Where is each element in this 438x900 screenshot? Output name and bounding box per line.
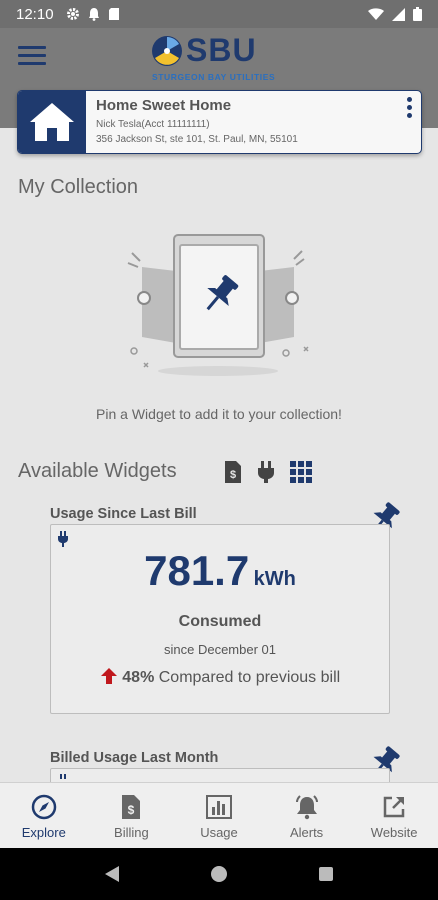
usage-status: Consumed bbox=[178, 613, 262, 630]
home-button-icon[interactable] bbox=[210, 865, 228, 883]
account-address: 356 Jackson St, ste 101, St. Paul, MN, 5… bbox=[96, 134, 298, 145]
signal-icon bbox=[392, 7, 405, 21]
nav-usage-label: Usage bbox=[200, 825, 238, 840]
nav-alerts[interactable]: Alerts bbox=[263, 783, 351, 848]
nav-website-label: Website bbox=[370, 825, 418, 840]
empty-collection-illustration bbox=[127, 234, 309, 376]
account-holder: Nick Tesla(Acct 11111111) bbox=[96, 119, 210, 130]
bill-icon: $ bbox=[122, 795, 141, 819]
hamburger-menu-icon[interactable] bbox=[18, 46, 46, 68]
usage-change-text: Compared to previous bill bbox=[158, 669, 341, 686]
usage-value-row: 781.7 kWh bbox=[51, 547, 389, 595]
usage-comparison: 48% Compared to previous bill bbox=[51, 667, 389, 687]
nav-usage[interactable]: Usage bbox=[175, 783, 263, 848]
notification-bell-icon bbox=[88, 8, 99, 21]
account-card[interactable]: Home Sweet Home Nick Tesla(Acct 11111111… bbox=[17, 90, 422, 154]
nav-website[interactable]: Website bbox=[350, 783, 438, 848]
usage-since-date: since December 01 bbox=[164, 642, 276, 657]
settings-icon bbox=[66, 8, 79, 20]
widget-filter-bar: $ bbox=[224, 460, 312, 484]
plug-filter-icon[interactable] bbox=[256, 460, 276, 484]
more-options-icon[interactable] bbox=[407, 97, 413, 121]
home-tile bbox=[18, 91, 86, 153]
usage-unit: kWh bbox=[253, 568, 296, 590]
status-time: 12:10 bbox=[16, 5, 54, 23]
nav-explore-label: Explore bbox=[21, 825, 66, 840]
nav-billing-label: Billing bbox=[114, 825, 149, 840]
bottom-navigation: Explore $ Billing Usage Alerts Website bbox=[0, 782, 438, 848]
widget-usage-since-last-bill-label: Usage Since Last Bill bbox=[50, 506, 197, 522]
back-icon[interactable] bbox=[104, 865, 120, 883]
bell-icon bbox=[295, 795, 318, 820]
empty-collection-message: Pin a Widget to add it to your collectio… bbox=[96, 406, 342, 422]
plug-icon bbox=[58, 531, 68, 547]
sbu-logo: SBU STURGEON BAY UTILITIES bbox=[150, 32, 290, 88]
billing-filter-icon[interactable]: $ bbox=[224, 460, 242, 484]
battery-icon bbox=[413, 7, 422, 21]
logo-text: SBU bbox=[186, 32, 257, 68]
usage-value: 781.7 bbox=[144, 547, 250, 594]
recents-icon[interactable] bbox=[318, 866, 334, 882]
svg-text:$: $ bbox=[230, 469, 236, 481]
nav-alerts-label: Alerts bbox=[289, 825, 324, 840]
grid-filter-icon[interactable] bbox=[290, 461, 312, 483]
turbine-logo-icon bbox=[152, 36, 182, 66]
bar-chart-icon bbox=[205, 795, 232, 819]
wifi-icon bbox=[368, 7, 384, 20]
account-name: Home Sweet Home bbox=[96, 97, 232, 114]
compass-icon bbox=[31, 794, 57, 820]
sd-card-icon bbox=[108, 8, 119, 20]
arrow-up-icon bbox=[100, 668, 117, 684]
status-bar: 12:10 bbox=[0, 0, 438, 28]
widget-billed-usage-last-month-label: Billed Usage Last Month bbox=[50, 750, 219, 766]
home-icon bbox=[30, 103, 74, 141]
available-widgets-title: Available Widgets bbox=[18, 460, 177, 482]
nav-billing[interactable]: $ Billing bbox=[88, 783, 176, 848]
nav-explore[interactable]: Explore bbox=[0, 783, 88, 848]
logo-subtitle: STURGEON BAY UTILITIES bbox=[152, 72, 276, 82]
system-navigation-bar bbox=[0, 848, 438, 900]
usage-since-last-bill-widget[interactable]: 781.7 kWh Consumed since December 01 48%… bbox=[50, 524, 390, 714]
external-link-icon bbox=[383, 796, 405, 818]
collection-title: My Collection bbox=[18, 176, 139, 198]
svg-text:$: $ bbox=[128, 803, 135, 817]
usage-change-percent: 48% bbox=[122, 669, 155, 686]
